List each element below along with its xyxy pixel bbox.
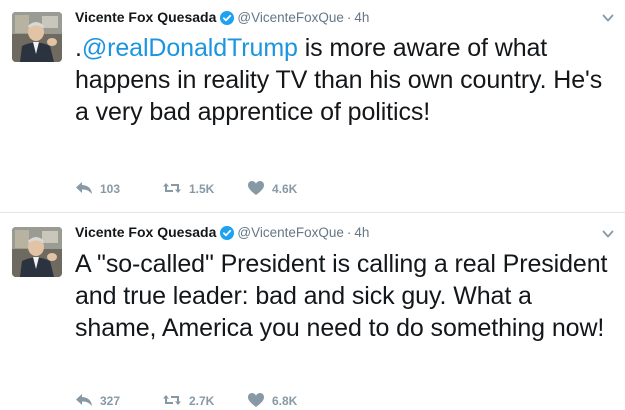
author-handle[interactable]: @VicenteFoxQue [237,10,344,25]
avatar[interactable] [12,12,62,62]
retweet-count: 1.5K [189,182,215,196]
reply-count: 103 [100,182,121,196]
tweet[interactable]: Vicente Fox Quesada @VicenteFoxQue · 4h A "… [0,213,625,408]
author-name[interactable]: Vicente Fox Quesada [75,9,216,25]
retweet-icon [163,183,181,193]
separator-dot: · [346,10,352,25]
like-button[interactable]: 4.6K [247,180,297,198]
chevron-down-icon[interactable] [601,11,615,25]
avatar-photo [12,12,62,62]
tweet-text: A "so-called" President is calling a rea… [75,248,620,344]
reply-icon [76,182,92,194]
tweet[interactable]: Vicente Fox Quesada @VicenteFoxQue · 4h .@r… [0,0,625,213]
tweet-feed: Vicente Fox Quesada @VicenteFoxQue · 4h .@r… [0,0,625,408]
like-button[interactable]: 6.8K [247,392,297,410]
tweet-text-body: A "so-called" President is calling a rea… [75,250,608,342]
author-handle[interactable]: @VicenteFoxQue [237,225,344,240]
timestamp[interactable]: 4h [354,10,369,25]
tweet-header: Vicente Fox Quesada @VicenteFoxQue · 4h [75,8,369,26]
reply-button[interactable]: 327 [75,392,120,410]
tweet-header: Vicente Fox Quesada @VicenteFoxQue · 4h [75,223,369,241]
retweet-button[interactable]: 1.5K [162,180,214,198]
reply-button[interactable]: 103 [75,180,120,198]
tweet-text: .@realDonaldTrump is more aware of what … [75,32,620,128]
separator-dot: · [346,225,352,240]
avatar-photo [12,227,62,277]
verified-badge-icon [220,11,235,29]
retweet-button[interactable]: 2.7K [162,392,214,410]
avatar[interactable] [12,227,62,277]
timestamp[interactable]: 4h [354,225,369,240]
tweet-text-prefix: . [75,34,82,62]
mention-link[interactable]: @realDonaldTrump [82,34,298,62]
like-count: 4.6K [272,182,298,196]
chevron-down-icon[interactable] [601,227,615,241]
verified-badge-icon [220,226,235,244]
author-name[interactable]: Vicente Fox Quesada [75,224,216,240]
heart-icon [248,181,264,195]
